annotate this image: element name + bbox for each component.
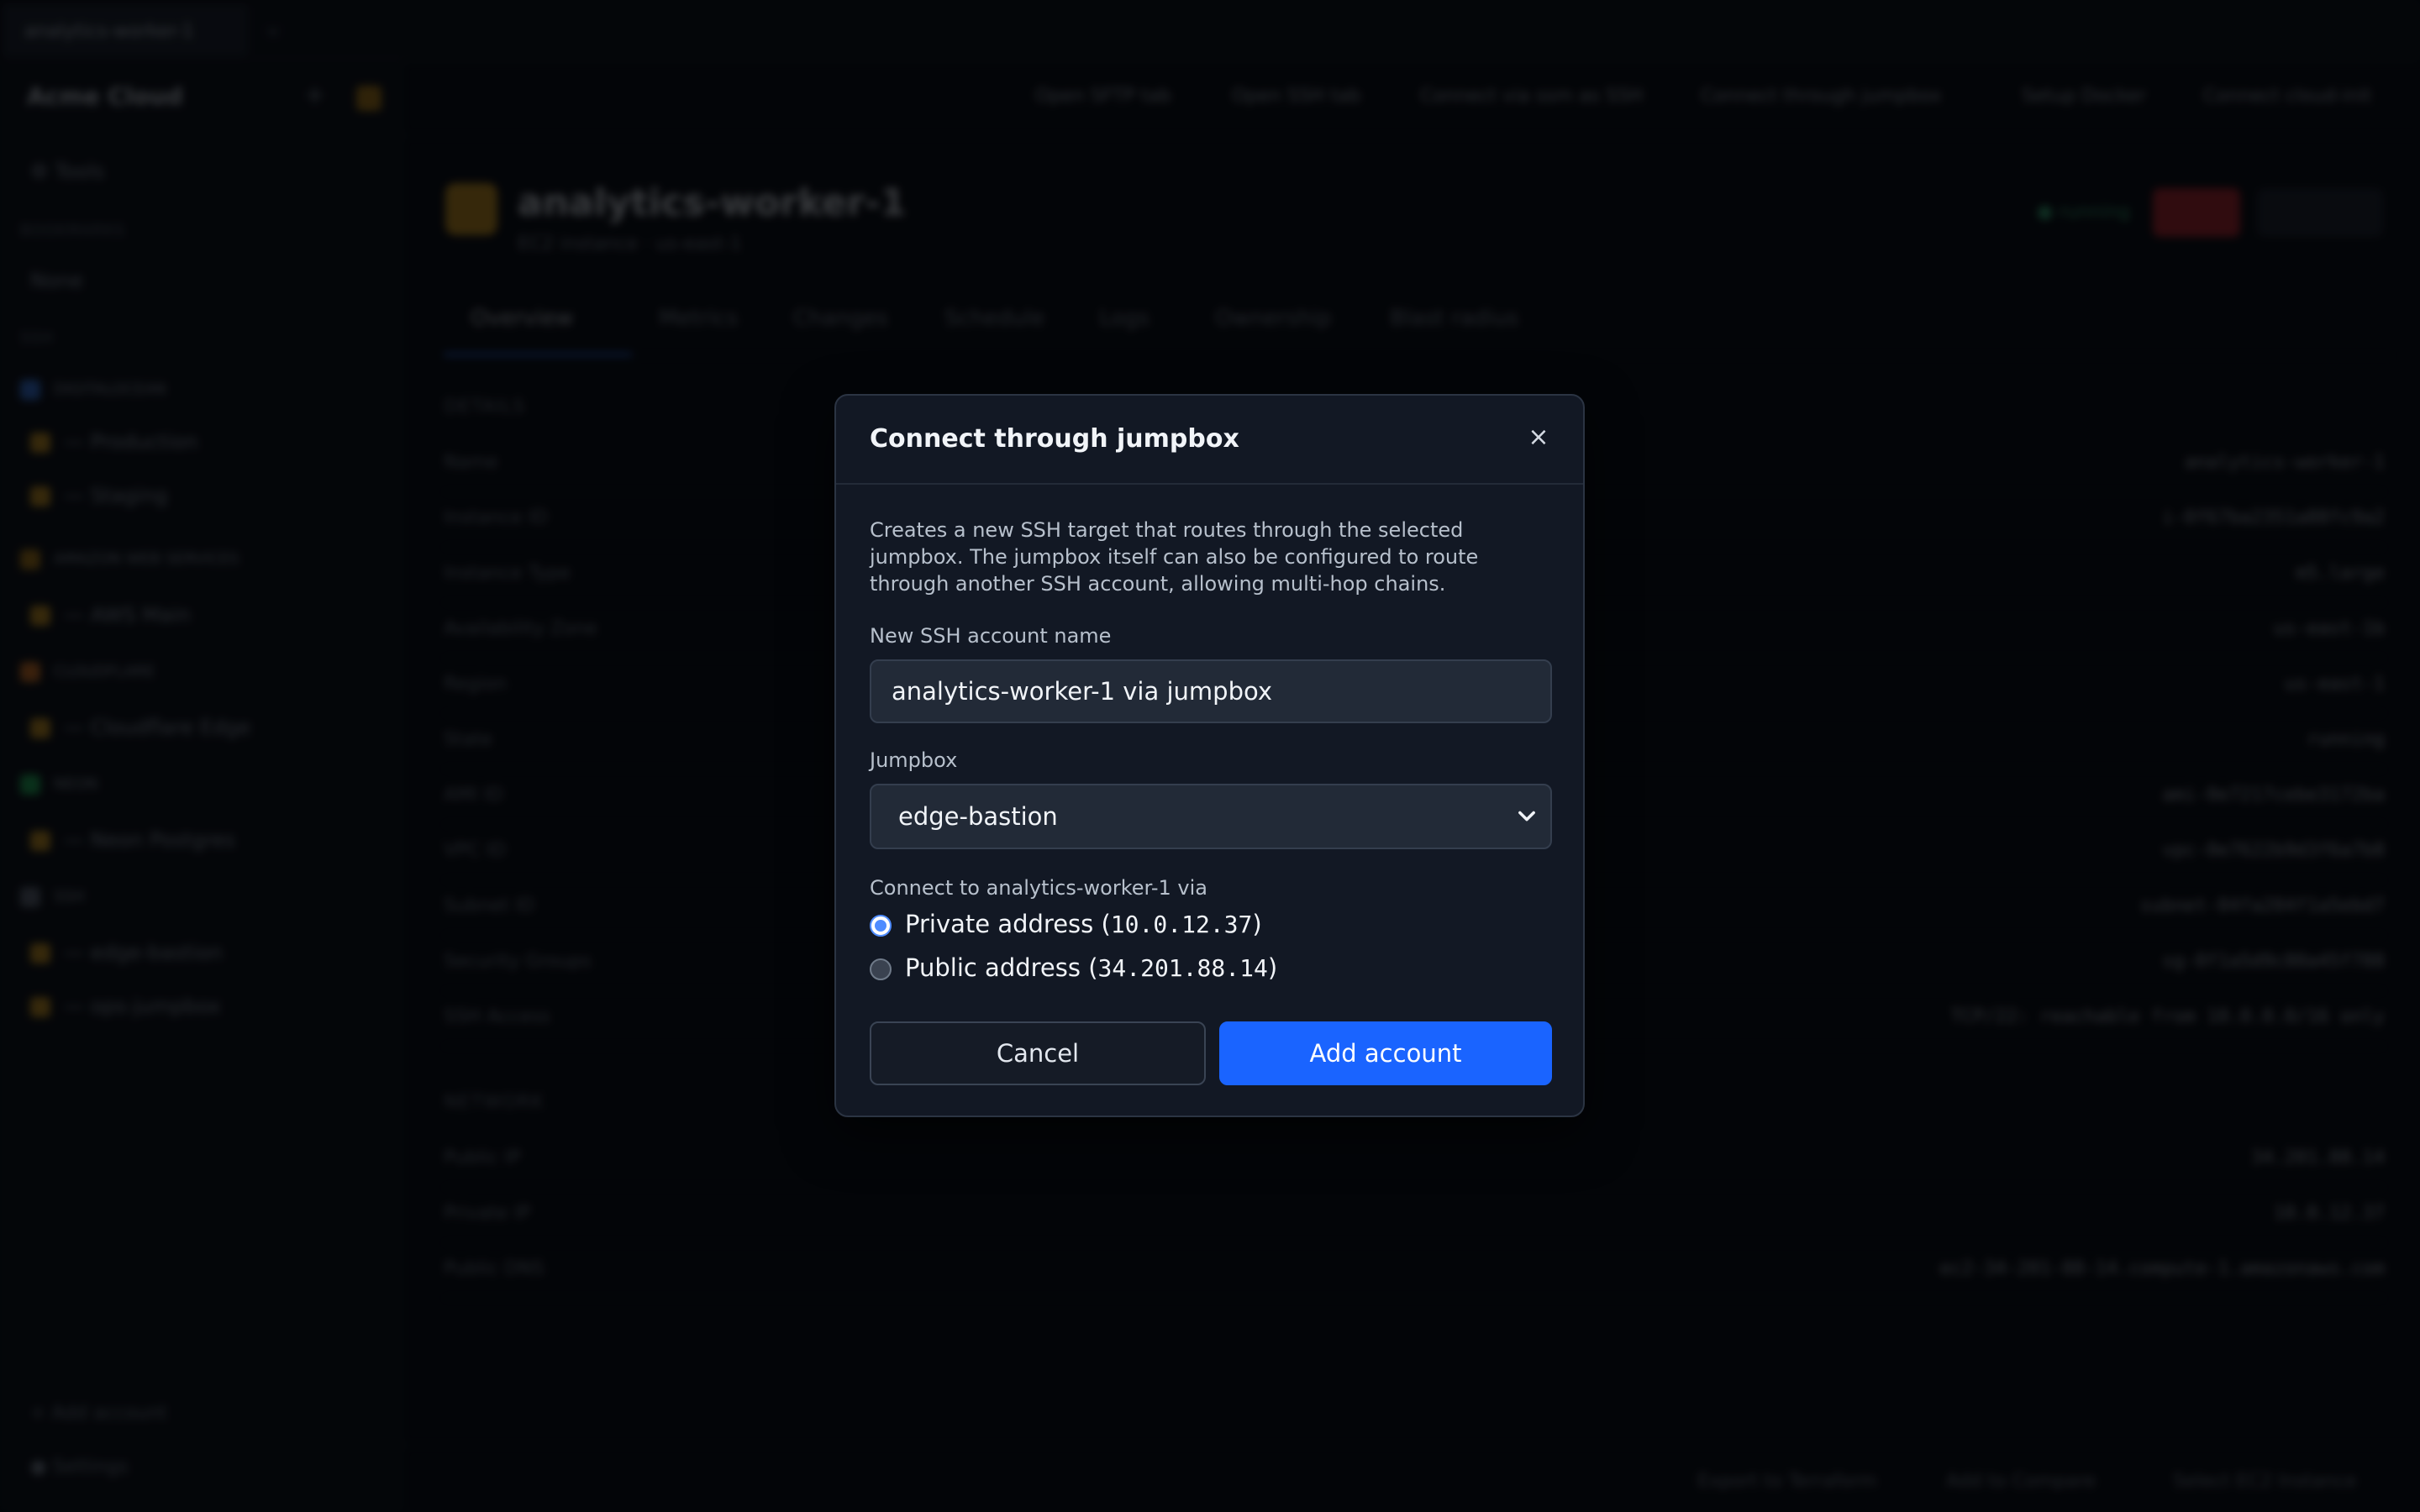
account-name-input[interactable]: [870, 659, 1552, 723]
private-ip: 10.0.12.37: [1110, 911, 1253, 938]
dialog-header: Connect through jumpbox ×: [836, 396, 1583, 485]
jumpbox-select[interactable]: edge-bastion: [870, 784, 1552, 849]
add-account-button[interactable]: Add account: [1219, 1021, 1552, 1085]
account-name-label: New SSH account name: [870, 624, 1112, 648]
jumpbox-selected-value: edge-bastion: [898, 802, 1058, 831]
chevron-down-icon: [1518, 811, 1535, 822]
public-address-prefix: Public address (: [905, 953, 1098, 982]
connect-jumpbox-dialog: Connect through jumpbox × Creates a new …: [834, 394, 1585, 1117]
public-ip: 34.201.88.14: [1097, 954, 1268, 982]
connect-via-label: Connect to analytics-worker-1 via: [870, 876, 1207, 900]
private-address-suffix: ): [1252, 910, 1262, 938]
private-address-prefix: Private address (: [905, 910, 1111, 938]
close-icon[interactable]: ×: [1522, 421, 1555, 454]
dialog-description: Creates a new SSH target that routes thr…: [870, 518, 1479, 596]
public-address-text: Public address (34.201.88.14): [905, 953, 1277, 982]
private-address-text: Private address (10.0.12.37): [905, 910, 1262, 938]
public-address-suffix: ): [1267, 953, 1278, 982]
private-address-radio[interactable]: [870, 915, 892, 937]
public-address-radio[interactable]: [870, 958, 892, 980]
dialog-title: Connect through jumpbox: [870, 424, 1239, 454]
cancel-button[interactable]: Cancel: [870, 1021, 1206, 1085]
jumpbox-label: Jumpbox: [870, 748, 958, 772]
